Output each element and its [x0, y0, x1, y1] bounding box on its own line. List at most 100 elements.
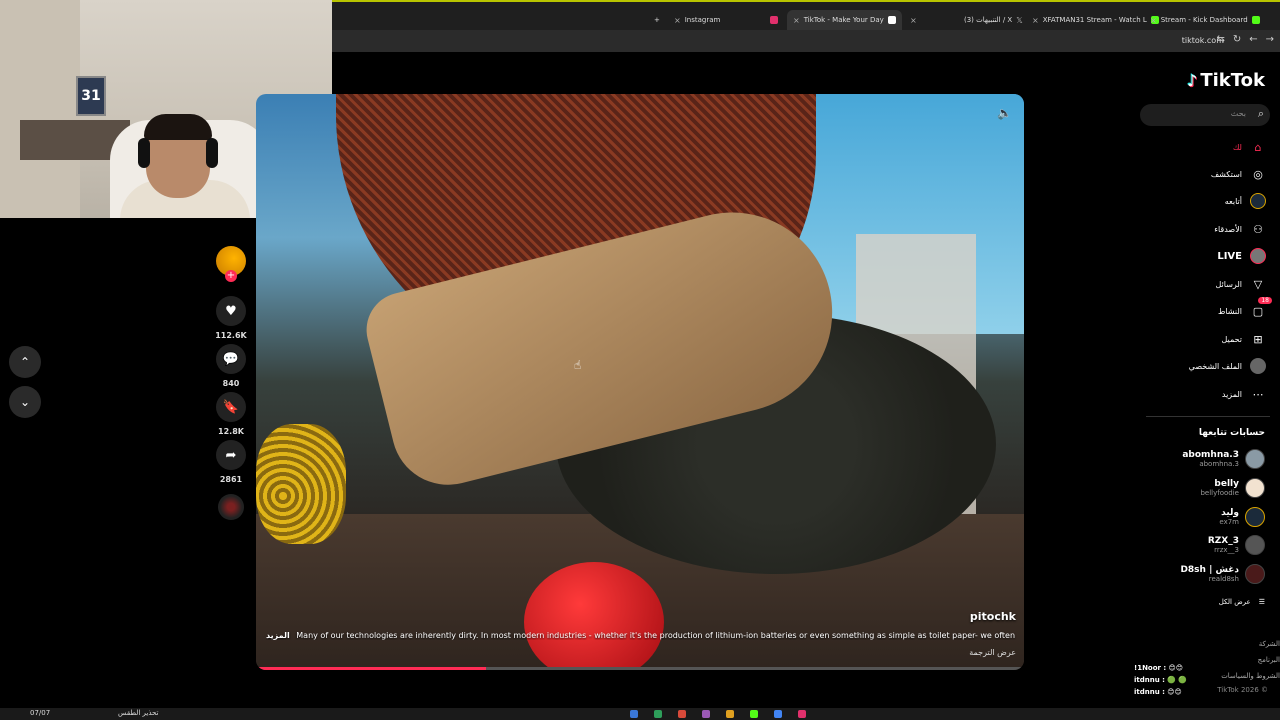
sidebar-item-more[interactable]: المزيد ⋯ — [1222, 386, 1266, 402]
share-action[interactable]: ➦ 2861 — [214, 440, 248, 484]
share-icon[interactable]: ➦ — [216, 440, 246, 470]
close-icon[interactable]: × — [910, 10, 917, 30]
tab-label: TikTok - Make Your Day — [803, 16, 884, 24]
following-account[interactable]: D8sh | دغش reald8sh — [1180, 564, 1265, 584]
activity-badge: 18 — [1258, 297, 1272, 304]
app-icon[interactable] — [798, 710, 806, 718]
sidebar-item-live[interactable]: LIVE — [1217, 248, 1266, 264]
tab-instagram[interactable]: × Instagram — [674, 10, 720, 30]
tiktok-logo[interactable]: ♪ TikTok — [1187, 70, 1265, 91]
footer-link-terms[interactable]: الشروط والسياسات — [1221, 668, 1280, 684]
account-name: وليد — [1221, 508, 1239, 518]
close-icon[interactable]: × — [1150, 16, 1157, 25]
tab-label: Instagram — [684, 16, 721, 24]
video-player[interactable]: 🔈 ☝ pitochk المزيد Many of our technolog… — [256, 94, 1024, 670]
sidebar-item-friends[interactable]: الأصدقاء ⚇ — [1214, 221, 1266, 237]
next-video-button[interactable]: ⌄ — [9, 386, 41, 418]
sidebar-item-profile[interactable]: الملف الشخصي — [1189, 358, 1266, 374]
profile-icon — [1250, 358, 1266, 374]
chat-text: 😊😊 — [1168, 664, 1184, 672]
sidebar-item-activity[interactable]: النشاط ▢ 18 — [1217, 297, 1272, 319]
video-author[interactable]: pitochk — [970, 610, 1016, 623]
search-input[interactable]: بحث ⌕ — [1140, 104, 1270, 126]
sidebar-item-messages[interactable]: الرسائل ▽ — [1216, 276, 1267, 292]
following-accounts-title: حسابات تتابعها — [1198, 428, 1265, 438]
app-icon[interactable] — [774, 710, 782, 718]
sidebar-item-label: الرسائل — [1215, 279, 1243, 289]
avatar — [1245, 535, 1265, 555]
tab-kick-stream[interactable]: × XFATMAN31 Stream - Watch L — [1032, 10, 1159, 30]
taskbar-weather[interactable]: تحذير الطقس — [118, 709, 158, 717]
search-placeholder: بحث — [1230, 109, 1246, 118]
volume-icon[interactable]: 🔈 — [997, 106, 1012, 120]
browser-nav: ⇆ ↻ ← → — [1216, 34, 1274, 45]
compass-icon: ◎ — [1253, 167, 1263, 181]
heart-icon[interactable]: ♥ — [216, 296, 246, 326]
tab-kick-dashboard[interactable]: × Stream - Kick Dashboard — [1150, 10, 1260, 30]
sidebar-item-label: النشاط — [1217, 306, 1242, 316]
app-icon[interactable] — [702, 710, 710, 718]
following-account[interactable]: RZX_3 rrzx__3 — [1208, 535, 1265, 555]
sidebar-item-following[interactable]: أتابعه — [1225, 193, 1266, 209]
video-progress-bar[interactable] — [256, 667, 1024, 670]
account-name: belly — [1214, 479, 1239, 489]
account-handle: reald8sh — [1208, 575, 1239, 583]
list-icon: ☰ — [1258, 598, 1265, 606]
follow-plus-icon[interactable]: + — [225, 270, 237, 282]
tab-new-icon[interactable]: + — [654, 10, 660, 30]
sidebar-item-label: LIVE — [1217, 250, 1242, 262]
close-icon[interactable]: × — [1032, 16, 1039, 25]
sidebar-item-label: الأصدقاء — [1214, 224, 1242, 234]
caption-more-link[interactable]: المزيد — [266, 631, 290, 640]
app-icon[interactable] — [726, 710, 734, 718]
tiktok-icon — [887, 16, 896, 24]
logo-text: TikTok — [1200, 70, 1265, 91]
sidebar-divider — [1146, 416, 1270, 417]
video-frame-buoy — [524, 562, 664, 670]
bookmark-icon[interactable]: 🔖 — [216, 392, 246, 422]
footer-links: الشركة البرنامج الشروط والسياسات — [1221, 636, 1280, 684]
comment-icon[interactable]: 💬 — [216, 344, 246, 374]
like-action[interactable]: ♥ 112.6K — [214, 296, 248, 340]
footer-link-company[interactable]: الشركة — [1221, 636, 1280, 652]
comment-count: 840 — [222, 379, 240, 388]
previous-video-button[interactable]: ⌃ — [9, 346, 41, 378]
reload-icon[interactable]: ↻ — [1233, 34, 1241, 45]
activity-icon: ▢ 18 — [1250, 297, 1272, 319]
save-action[interactable]: 🔖 12.8K — [214, 392, 248, 436]
tab-tiktok[interactable]: × TikTok - Make Your Day — [787, 10, 902, 30]
tab-x[interactable]: (3) التنبيهات / X 𝕏 — [964, 10, 1023, 30]
see-all-link[interactable]: عرض الكل ☰ — [1219, 598, 1265, 606]
webcam-wall — [0, 0, 80, 218]
sidebar-item-label: تحميل — [1221, 334, 1243, 344]
chat-message: itdnnu : 😊😊 — [1134, 686, 1187, 698]
tiktok-note-icon: ♪ — [1187, 71, 1198, 90]
close-icon[interactable]: × — [674, 16, 681, 25]
sidebar-item-for-you[interactable]: لك ⌂ — [1233, 139, 1266, 155]
following-account[interactable]: belly bellyfoodie — [1200, 478, 1265, 498]
stream-chat-overlay: !1Noor : 😊😊 itdnnu : 🟢 🟢 itdnnu : 😊😊 — [1134, 662, 1187, 698]
app-icon[interactable] — [678, 710, 686, 718]
taskbar: 07/07 تحذير الطقس — [0, 708, 1280, 720]
taskbar-time: 07/07 — [30, 709, 51, 717]
close-icon[interactable]: × — [793, 16, 800, 25]
chat-user: itdnnu : — [1134, 676, 1165, 684]
following-account[interactable]: وليد ex7m — [1219, 507, 1265, 527]
sidebar-item-label: لك — [1232, 142, 1242, 152]
comment-action[interactable]: 💬 840 — [214, 344, 248, 388]
following-account[interactable]: abomhna.3 abomhna.3 — [1182, 449, 1265, 469]
address-bar[interactable]: tiktok.com ⇆ ↻ ← → — [332, 30, 1280, 52]
footer-link-program[interactable]: البرنامج — [1221, 652, 1280, 668]
app-icon[interactable] — [750, 710, 758, 718]
sidebar-item-explore[interactable]: استكشف ◎ — [1211, 166, 1266, 182]
forward-icon[interactable]: → — [1266, 34, 1274, 45]
translate-link[interactable]: عرض الترجمة — [969, 648, 1016, 657]
account-name: abomhna.3 — [1182, 450, 1239, 460]
app-icon[interactable] — [630, 710, 638, 718]
search-icon[interactable]: ⌕ — [1258, 107, 1264, 121]
music-disc-icon[interactable] — [218, 494, 244, 520]
tune-icon[interactable]: ⇆ — [1216, 34, 1224, 45]
app-icon[interactable] — [654, 710, 662, 718]
sidebar-item-upload[interactable]: تحميل ⊞ — [1222, 331, 1267, 347]
back-icon[interactable]: ← — [1249, 34, 1257, 45]
